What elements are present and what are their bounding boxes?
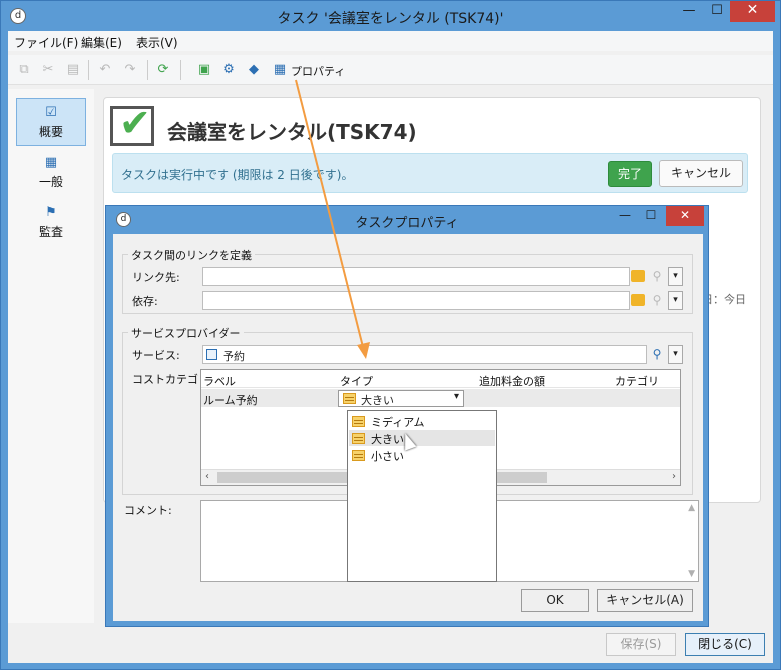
maximize-button[interactable]: ☐ xyxy=(703,1,731,22)
task-check-icon: ✔ xyxy=(110,103,154,146)
cancel-button[interactable]: キャンセル(A) xyxy=(597,589,693,612)
type-select-value: 大きい xyxy=(361,394,394,407)
folder-icon[interactable] xyxy=(631,270,645,282)
service-label: サービス: xyxy=(132,349,180,362)
menu-edit[interactable]: 編集(E) xyxy=(81,34,122,51)
left-nav: ☑ 概要 ▦ 一般 ⚑ 監査 xyxy=(8,89,94,623)
task-properties-dialog: d タスクプロパティ — ☐ ✕ タスク間のリンクを定義 リンク先: ⚲ ▾ 依… xyxy=(105,205,709,627)
group-title: タスク間のリンクを定義 xyxy=(128,247,255,263)
nav-label: 一般 xyxy=(38,175,63,189)
toolbar-separator xyxy=(88,60,89,80)
status-text: タスクは実行中です (期限は 2 日後です)。 xyxy=(121,168,354,182)
cancel-task-button[interactable]: キャンセル xyxy=(659,160,743,187)
dialog-body: タスク間のリンクを定義 リンク先: ⚲ ▾ 依存: ⚲ ▾ サービスプロバイダー… xyxy=(113,234,703,621)
task-title: 会議室をレンタル(TSK74) xyxy=(167,120,417,144)
toolbar: ⧉ ✂ ▤ ↶ ↷ ⟳ ▣ ⚙ ◆ ▦ プロパティ xyxy=(8,55,773,85)
close-dialog-button[interactable]: ✕ xyxy=(666,206,704,226)
checkbox-icon: ☑ xyxy=(45,105,57,120)
nav-item-overview[interactable]: ☑ 概要 xyxy=(16,98,86,146)
done-button[interactable]: 完了 xyxy=(608,161,652,187)
link-to-label: リンク先: xyxy=(132,271,180,284)
list-icon xyxy=(352,433,365,444)
clipboard-icon[interactable]: ▦ xyxy=(271,61,289,79)
search-icon[interactable]: ⚲ xyxy=(649,292,665,308)
scroll-down-icon[interactable]: ▼ xyxy=(688,569,695,579)
redo-icon[interactable]: ↷ xyxy=(121,61,139,79)
gear-icon[interactable]: ⚙ xyxy=(220,61,238,79)
column-header-category[interactable]: カテゴリ xyxy=(615,373,659,389)
properties-button[interactable]: プロパティ xyxy=(291,63,345,79)
search-icon[interactable]: ⚲ xyxy=(649,268,665,284)
nav-label: 概要 xyxy=(38,125,63,139)
audit-icon: ⚑ xyxy=(45,205,57,220)
chevron-down-icon[interactable]: ▾ xyxy=(668,267,683,286)
scroll-left-icon[interactable]: ‹ xyxy=(205,471,209,482)
scroll-right-icon[interactable]: › xyxy=(672,471,676,482)
toolbar-separator xyxy=(180,60,181,80)
clipboard-icon: ▦ xyxy=(44,155,58,170)
menu-bar: ファイル(F) 編集(E) 表示(V) xyxy=(8,31,773,51)
service-value: 予約 xyxy=(223,350,245,363)
menu-file[interactable]: ファイル(F) xyxy=(14,34,78,51)
tag-icon[interactable]: ◆ xyxy=(245,61,263,79)
link-group: タスク間のリンクを定義 リンク先: ⚲ ▾ 依存: ⚲ ▾ xyxy=(122,247,693,314)
nav-item-general[interactable]: ▦ 一般 xyxy=(16,149,86,197)
depends-field[interactable] xyxy=(202,291,630,310)
close-window-button[interactable]: ✕ xyxy=(730,1,775,22)
status-banner: タスクは実行中です (期限は 2 日後です)。 完了 キャンセル xyxy=(112,153,748,193)
column-header-label[interactable]: ラベル xyxy=(203,373,236,389)
chevron-down-icon[interactable]: ▾ xyxy=(454,391,459,402)
ok-button[interactable]: OK xyxy=(521,589,589,612)
service-field[interactable]: 予約 xyxy=(202,345,647,364)
table-row[interactable]: ルーム予約 大きい ▾ xyxy=(201,389,680,407)
copy-icon[interactable]: ⧉ xyxy=(15,61,33,79)
cut-icon[interactable]: ✂ xyxy=(39,61,57,79)
service-icon xyxy=(206,349,217,360)
nav-item-audit[interactable]: ⚑ 監査 xyxy=(16,199,86,247)
list-icon xyxy=(352,416,365,427)
calculator-icon[interactable]: ▣ xyxy=(195,61,213,79)
grid-header: ラベル タイプ 追加料金の額 カテゴリ xyxy=(201,370,680,388)
dropdown-option-small[interactable]: 小さい xyxy=(349,447,495,463)
save-button[interactable]: 保存(S) xyxy=(606,633,676,656)
type-select[interactable]: 大きい ▾ xyxy=(338,390,464,407)
depends-label: 依存: xyxy=(132,295,158,308)
option-label: 小さい xyxy=(371,450,404,463)
window-title: タスク '会議室をレンタル (TSK74)' xyxy=(277,11,504,27)
link-to-field[interactable] xyxy=(202,267,630,286)
group-title: サービスプロバイダー xyxy=(128,325,244,341)
paste-icon[interactable]: ▤ xyxy=(64,61,82,79)
dropdown-option-medium[interactable]: ミディアム xyxy=(349,413,495,429)
close-button[interactable]: 閉じる(C) xyxy=(685,633,765,656)
column-header-type[interactable]: タイプ xyxy=(340,373,373,389)
menu-view[interactable]: 表示(V) xyxy=(136,34,178,51)
option-label: ミディアム xyxy=(371,416,425,429)
undo-icon[interactable]: ↶ xyxy=(96,61,114,79)
minimize-button[interactable]: — xyxy=(675,1,703,22)
toolbar-separator xyxy=(147,60,148,80)
dropdown-option-large[interactable]: 大きい xyxy=(349,430,495,446)
comment-label: コメント: xyxy=(124,504,172,517)
search-icon[interactable]: ⚲ xyxy=(649,346,665,362)
nav-label: 監査 xyxy=(38,225,63,239)
chevron-down-icon[interactable]: ▾ xyxy=(668,345,683,364)
type-dropdown-list: ミディアム 大きい 小さい xyxy=(347,410,497,582)
list-icon xyxy=(343,393,356,404)
title-bar[interactable]: d タスク '会議室をレンタル (TSK74)' — ☐ ✕ xyxy=(1,1,780,31)
list-icon xyxy=(352,450,365,461)
cell-label: ルーム予約 xyxy=(203,394,258,407)
maximize-button[interactable]: ☐ xyxy=(638,206,664,226)
scroll-up-icon[interactable]: ▲ xyxy=(688,503,695,513)
column-header-surcharge[interactable]: 追加料金の額 xyxy=(479,373,545,389)
folder-icon[interactable] xyxy=(631,294,645,306)
option-label: 大きい xyxy=(371,433,404,446)
refresh-icon[interactable]: ⟳ xyxy=(154,61,172,79)
minimize-button[interactable]: — xyxy=(612,206,638,226)
chevron-down-icon[interactable]: ▾ xyxy=(668,291,683,310)
